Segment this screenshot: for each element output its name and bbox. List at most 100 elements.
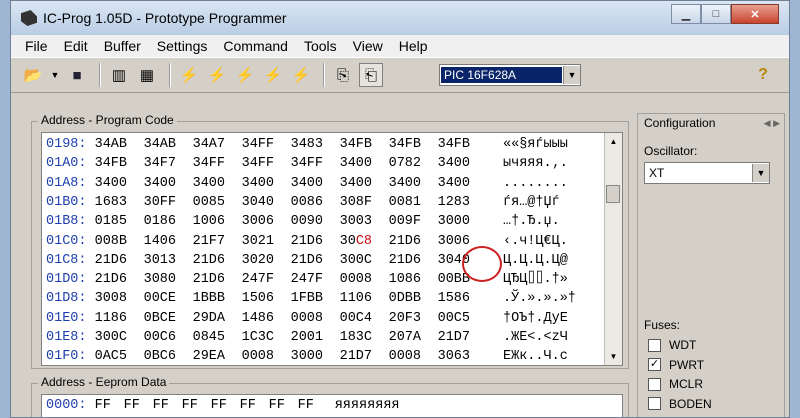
- assembler-view-icon[interactable]: ⎘: [331, 63, 355, 87]
- hex-view-icon[interactable]: ⎗: [359, 63, 383, 87]
- row-ascii: яяяяяяяя: [326, 398, 400, 413]
- open-file-icon[interactable]: 📂: [21, 63, 45, 87]
- hex-byte: FF: [268, 398, 285, 413]
- row-ascii: †ОЪ†.ДуЕ: [503, 310, 568, 326]
- fuse-checkbox[interactable]: [648, 377, 661, 391]
- hex-word: 247F: [241, 272, 275, 288]
- toolbar-separator: [323, 63, 325, 87]
- hex-word: 3400: [339, 175, 373, 191]
- maximize-button[interactable]: □: [701, 4, 731, 24]
- hex-word: 3080: [143, 272, 177, 288]
- hex-word: 1683: [94, 194, 128, 210]
- hex-word: 00C6: [143, 330, 177, 345]
- hex-word: 34FF: [241, 137, 275, 152]
- fuse-pwrt[interactable]: ✓ PWRT: [648, 358, 704, 372]
- program-code-view[interactable]: 01F0: 0AC5 0BC6 29EA 0008 3000 21D7 0008 3063 ЕЖ…: [41, 132, 623, 366]
- chevron-down-icon[interactable]: ▼: [563, 66, 580, 84]
- menu-buffer[interactable]: Buffer: [96, 38, 149, 54]
- eeprom-data-view[interactable]: 0000: FF FF FF FF FF FF FF FF яяяяяяяя: [41, 394, 623, 417]
- close-button[interactable]: ✕: [731, 4, 779, 24]
- row-ascii: ««§яѓыыы: [503, 137, 568, 152]
- verify-icon[interactable]: ⚡: [261, 63, 285, 87]
- menu-tools[interactable]: Tools: [296, 38, 345, 54]
- hex-word: 0090: [290, 214, 324, 230]
- hex-word: 21D6: [290, 252, 324, 268]
- help-icon[interactable]: ?: [751, 63, 775, 87]
- minimize-button[interactable]: ▁: [671, 4, 701, 24]
- scroll-up-icon[interactable]: ▲: [605, 133, 622, 150]
- hex-word: 21D6: [94, 252, 128, 268]
- hex-word: 1FBB: [290, 291, 324, 307]
- hex-word: 21D6: [94, 272, 128, 288]
- fuse-mclr[interactable]: MCLR: [648, 377, 703, 391]
- hex-word: 183C: [339, 330, 373, 345]
- app-icon: [21, 10, 37, 26]
- hex-word: 3400: [388, 175, 422, 191]
- fuse-checkbox[interactable]: [648, 397, 661, 410]
- chip-settings-icon[interactable]: ▥: [107, 63, 131, 87]
- hex-byte: FF: [239, 398, 256, 413]
- oscillator-value: XT: [649, 166, 665, 180]
- device-select[interactable]: PIC 16F628A ▼: [439, 64, 581, 86]
- fuse-boden[interactable]: BODEN: [648, 397, 712, 411]
- program-row: 01C8: 21D6 3013 21D6 3020 21D6 300C 21D6 3040 Ц.…: [46, 251, 568, 271]
- hex-word: 3483: [290, 137, 324, 152]
- menu-bar: File Edit Buffer Settings Command Tools …: [11, 35, 789, 57]
- hex-word: 21D6: [388, 252, 422, 268]
- menu-file[interactable]: File: [17, 38, 56, 54]
- configuration-panel: Configuration ◀ ▶ Oscillator: XT ▼ Fuses…: [637, 113, 785, 417]
- menu-settings[interactable]: Settings: [149, 38, 216, 54]
- hex-word: 21F7: [192, 233, 226, 249]
- hex-word: 3000: [290, 349, 324, 365]
- hex-word: 247F: [290, 272, 324, 288]
- fuse-checkbox[interactable]: ✓: [648, 358, 661, 371]
- scroll-thumb[interactable]: [606, 185, 620, 203]
- hex-word: 21D6: [388, 233, 422, 249]
- fuse-label: MCLR: [669, 377, 704, 391]
- fuse-wdt[interactable]: WDT: [648, 338, 696, 352]
- eeprom-data-label: Address - Eeprom Data: [38, 375, 170, 389]
- row-address: 01F0:: [46, 349, 95, 365]
- hex-word: 1406: [143, 233, 177, 249]
- fuse-checkbox[interactable]: [648, 338, 661, 352]
- program-row: 01E0: 1186 0BCE 29DA 1486 0008 00C4 20F3 00C5 †О…: [46, 309, 568, 329]
- row-ascii: ........: [503, 175, 568, 191]
- hex-word: 21D7: [437, 330, 471, 345]
- dropdown-arrow-icon[interactable]: ▼: [49, 63, 61, 87]
- configuration-header: Configuration ◀ ▶: [638, 114, 784, 132]
- program-row: 01A0: 34FB 34F7 34FF 34FF 34FF 3400 0782 3400 ыч…: [46, 154, 568, 174]
- hex-word: 1BBB: [192, 291, 226, 307]
- program-code-label: Address - Program Code: [38, 113, 177, 127]
- hex-word: 00C5: [437, 310, 471, 326]
- menu-view[interactable]: View: [345, 38, 391, 54]
- menu-edit[interactable]: Edit: [56, 38, 96, 54]
- oscillator-select[interactable]: XT ▼: [644, 162, 770, 184]
- save-icon[interactable]: ■: [65, 63, 89, 87]
- config-icon[interactable]: ▦: [135, 63, 159, 87]
- hex-word: 34FB: [437, 137, 471, 152]
- hex-word: 34FB: [94, 156, 128, 172]
- chevron-down-icon[interactable]: ▼: [752, 164, 769, 182]
- hex-word: 34F7: [143, 156, 177, 172]
- hex-word: 1506: [241, 291, 275, 307]
- hex-word: 3013: [143, 252, 177, 268]
- hex-word: 3400: [143, 175, 177, 191]
- row-ascii: ЦЂЦ⌷⌷.†»: [503, 272, 568, 288]
- program-row: 01D0: 21D6 3080 21D6 247F 247F 0008 1086 00BB ЦЂ…: [46, 270, 568, 290]
- menu-command[interactable]: Command: [215, 38, 296, 54]
- title-bar: IC-Prog 1.05D - Prototype Programmer ▁ □…: [11, 1, 789, 35]
- panel-nav-arrows-icon[interactable]: ◀ ▶: [764, 118, 780, 129]
- program-scrollbar[interactable]: ▲ ▼: [604, 133, 622, 365]
- hex-word: 34FF: [290, 156, 324, 172]
- hex-word: 3400: [290, 175, 324, 191]
- blank-check-icon[interactable]: ⚡: [289, 63, 313, 87]
- scroll-down-icon[interactable]: ▼: [605, 348, 622, 365]
- erase-all-icon[interactable]: ⚡: [233, 63, 257, 87]
- hex-word: 1106: [339, 291, 373, 307]
- menu-help[interactable]: Help: [391, 38, 436, 54]
- program-all-icon[interactable]: ⚡: [205, 63, 229, 87]
- row-ascii: .Ў.».».»†: [503, 291, 576, 307]
- row-address: 01C0:: [46, 233, 95, 249]
- hex-word: 1283: [437, 194, 471, 210]
- read-all-icon[interactable]: ⚡: [177, 63, 201, 87]
